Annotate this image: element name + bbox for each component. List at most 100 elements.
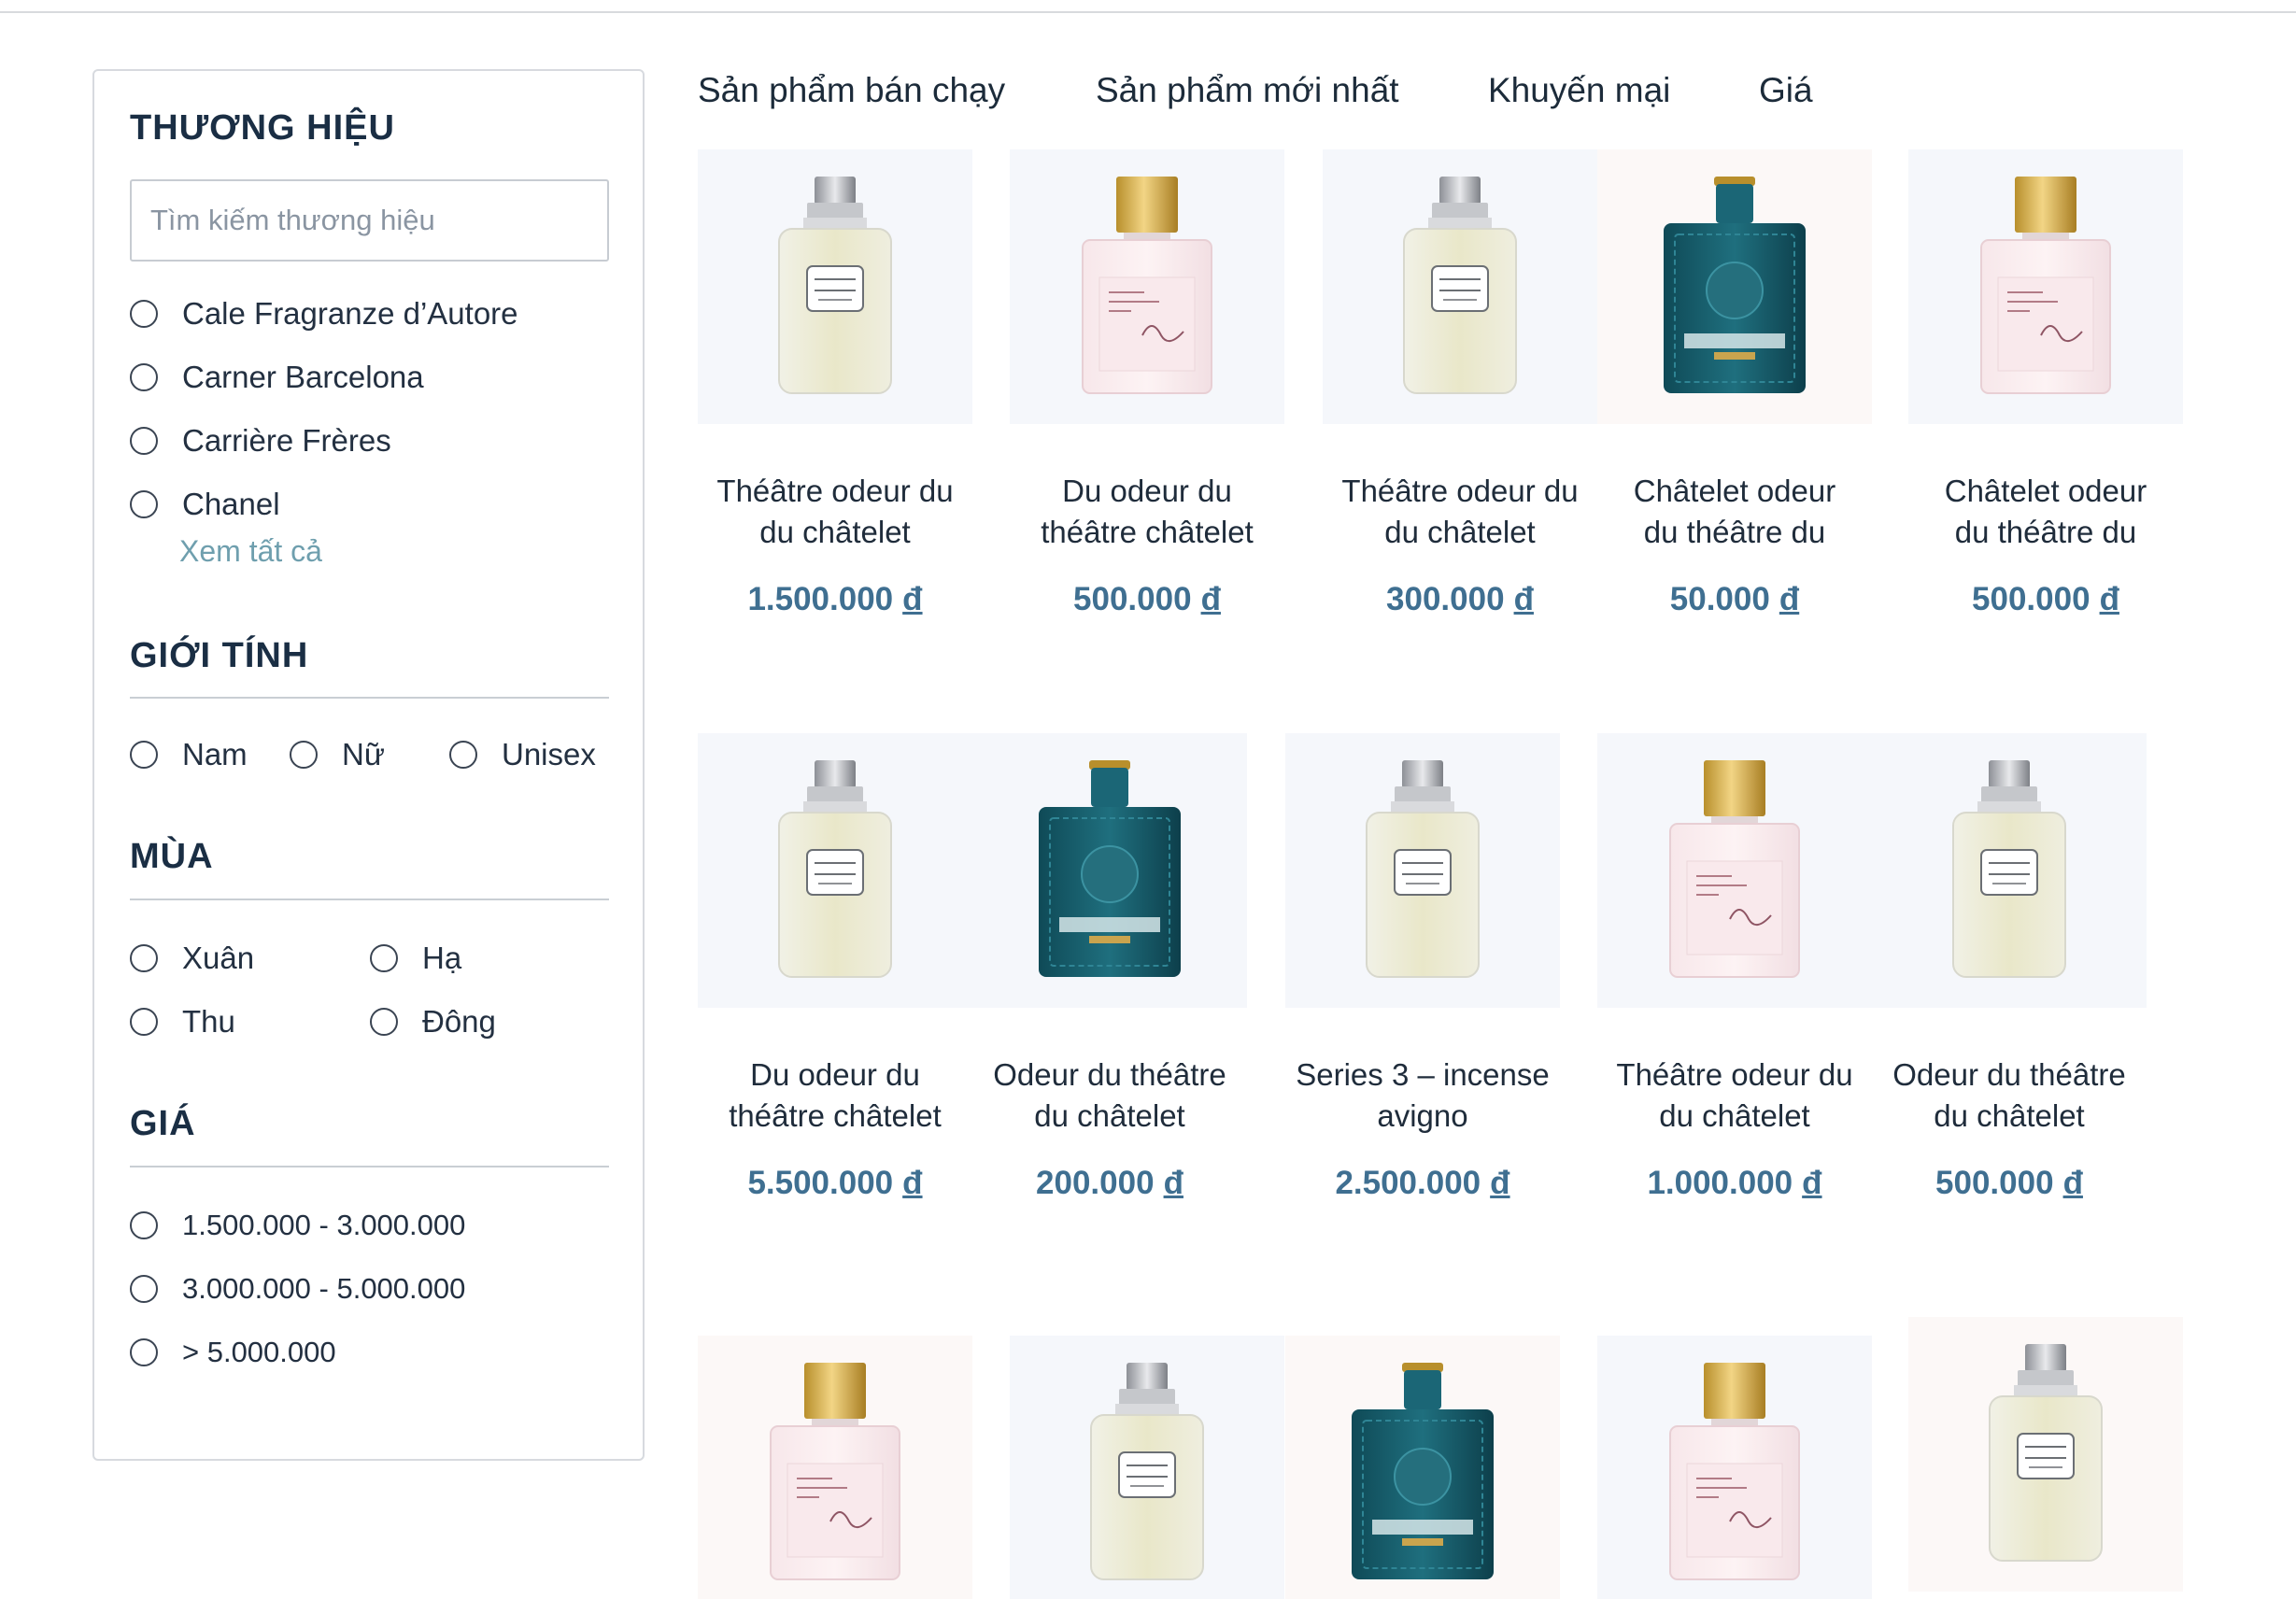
product-name[interactable]: Châtelet odeur du théâtre du [1890,471,2202,553]
price-option[interactable]: 1.500.000 - 3.000.000 [130,1205,465,1246]
product-image[interactable] [1908,1317,2183,1592]
product-name[interactable]: Théâtre odeur du du châtelet [679,471,991,553]
product-image[interactable] [1010,149,1284,424]
season-option[interactable]: Hạ [370,938,461,979]
radio-button[interactable] [130,363,158,391]
product-name[interactable]: Odeur du théâtre du châtelet [1853,1054,2165,1137]
season-option-label: Đông [422,1004,496,1039]
price-amount: 5.500.000 [747,1165,894,1201]
product-price: 50.000 đ [1579,581,1891,618]
product-price: 1.000.000 đ [1579,1165,1891,1202]
product-image[interactable] [1285,1336,1560,1599]
gender-option[interactable]: Unisex [449,734,596,775]
product-name-line: Series 3 – incense [1296,1057,1550,1092]
product-name-line: avigno [1377,1098,1468,1133]
price-amount: 500.000 [1935,1165,2054,1201]
pink-bottle-icon [765,1363,905,1583]
radio-button[interactable] [370,1008,398,1036]
price-option[interactable]: 3.000.000 - 5.000.000 [130,1268,465,1309]
product-name-line: Odeur du théâtre [1892,1057,2126,1092]
product-name[interactable]: Series 3 – incense avigno [1267,1054,1579,1137]
radio-button[interactable] [130,300,158,328]
product-name[interactable]: Châtelet odeur du théâtre du [1579,471,1891,553]
product-price: 500.000 đ [1853,1165,2165,1202]
product-name-line: du châtelet [1384,515,1536,549]
product-image[interactable] [698,1336,972,1599]
brand-filter-heading: THƯƠNG HIỆU [130,108,395,148]
product-image[interactable] [698,149,972,424]
see-all-brands-link[interactable]: Xem tất cả [179,534,322,569]
brand-option[interactable]: Chanel [130,484,280,525]
product-image[interactable] [1597,733,1872,1008]
brand-option[interactable]: Carner Barcelona [130,357,424,398]
product-image[interactable] [1010,1336,1284,1599]
radio-button[interactable] [290,741,318,769]
brand-option-label: Carrière Frères [182,423,391,458]
season-option[interactable]: Đông [370,1001,496,1042]
price-amount: 1.000.000 [1647,1165,1793,1201]
clear-bottle-icon [770,760,900,981]
product-price: 200.000 đ [954,1165,1266,1202]
clear-bottle-icon [1980,1344,2111,1564]
tab-newest[interactable]: Sản phẩm mới nhất [1096,71,1399,110]
radio-button[interactable] [130,427,158,455]
radio-button[interactable] [130,1338,158,1366]
product-image[interactable] [698,733,972,1008]
product-name-line: Odeur du théâtre [993,1057,1226,1092]
radio-button[interactable] [130,1008,158,1036]
tab-promotion[interactable]: Khuyến mại [1488,71,1670,110]
tab-best-selling[interactable]: Sản phẩm bán chạy [698,71,1005,110]
product-name-line: théâtre châtelet [729,1098,942,1133]
product-name[interactable]: Odeur du théâtre du châtelet [954,1054,1266,1137]
price-amount: 2.500.000 [1335,1165,1481,1201]
season-option-label: Xuân [182,941,255,975]
brand-search-input[interactable] [130,179,609,262]
product-name-line: théâtre châtelet [1041,515,1254,549]
product-image[interactable] [1323,149,1597,424]
blue-bottle-icon [1035,760,1184,981]
brand-option[interactable]: Carrière Frères [130,420,391,461]
price-option[interactable]: > 5.000.000 [130,1332,336,1373]
filter-sidebar: THƯƠNG HIỆU Cale Fragranze d’Autore Carn… [92,69,645,1461]
radio-button[interactable] [130,741,158,769]
radio-button[interactable] [130,1211,158,1239]
product-name[interactable]: Du odeur du théâtre châtelet [991,471,1303,553]
product-name-line: Théâtre odeur du [1341,474,1579,508]
product-image[interactable] [972,733,1247,1008]
product-image[interactable] [1285,733,1560,1008]
product-name-line: du châtelet [759,515,911,549]
season-option[interactable]: Xuân [130,938,254,979]
currency-symbol: đ [1200,581,1221,617]
product-image[interactable] [1597,1336,1872,1599]
gender-option-label: Nữ [342,737,385,771]
product-name-line: Théâtre odeur du [1616,1057,1853,1092]
radio-button[interactable] [130,490,158,518]
brand-option-label: Cale Fragranze d’Autore [182,296,518,331]
product-name[interactable]: Du odeur du théâtre châtelet [679,1054,991,1137]
product-name-line: du théâtre du [1643,515,1826,549]
radio-button[interactable] [449,741,477,769]
season-option[interactable]: Thu [130,1001,235,1042]
product-name[interactable]: Théâtre odeur du du châtelet [1304,471,1616,553]
gender-option[interactable]: Nam [130,734,248,775]
currency-symbol: đ [1163,1165,1183,1201]
price-option-label: 1.500.000 - 3.000.000 [182,1209,466,1241]
product-image[interactable] [1908,149,2183,424]
clear-bottle-icon [1357,760,1488,981]
gender-filter-heading: GIỚI TÍNH [130,636,309,675]
brand-option[interactable]: Cale Fragranze d’Autore [130,293,518,334]
price-amount: 300.000 [1386,581,1505,617]
radio-button[interactable] [370,944,398,972]
tab-price[interactable]: Giá [1759,71,1813,110]
radio-button[interactable] [130,1275,158,1303]
product-image[interactable] [1597,149,1872,424]
gender-option[interactable]: Nữ [290,734,385,775]
currency-symbol: đ [902,1165,923,1201]
clear-bottle-icon [1082,1363,1212,1583]
product-name-line: Du odeur du [1062,474,1232,508]
product-image[interactable] [1872,733,2147,1008]
clear-bottle-icon [1944,760,2075,981]
pink-bottle-icon [1976,177,2116,397]
product-name[interactable]: Théâtre odeur du du châtelet [1579,1054,1891,1137]
radio-button[interactable] [130,944,158,972]
